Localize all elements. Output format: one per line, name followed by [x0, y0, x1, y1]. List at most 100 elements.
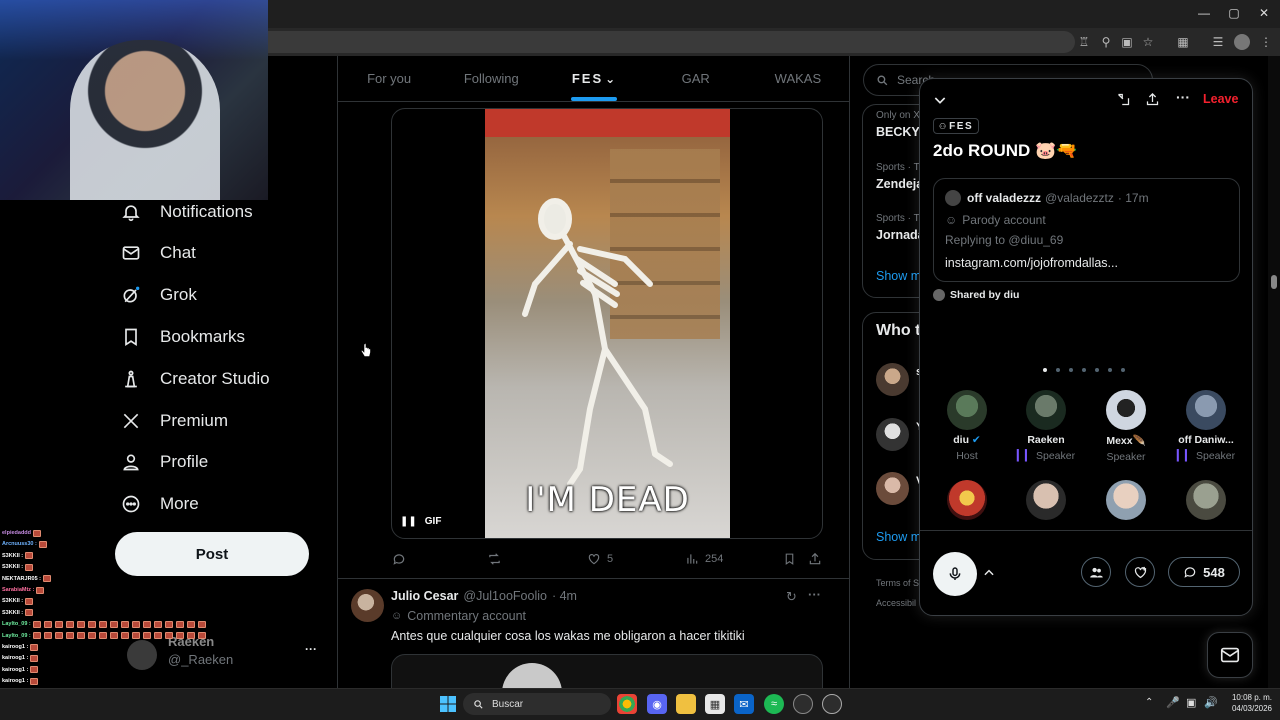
obs-icon[interactable] [822, 694, 842, 714]
listener-avatar[interactable] [1186, 480, 1226, 520]
tweet-header: Julio Cesar @Jul1ooFoolio · 4m [391, 589, 577, 603]
file-explorer-icon[interactable] [676, 694, 696, 714]
nav-creator-studio[interactable]: Creator Studio [120, 361, 270, 397]
show-more-link[interactable]: Show m [876, 269, 921, 283]
address-bar[interactable] [160, 31, 1075, 53]
reactions-button[interactable] [1125, 557, 1155, 587]
nav-notifications[interactable]: Notifications [120, 194, 253, 230]
grok-explain-icon[interactable]: ↻ [786, 589, 797, 605]
listener-avatar[interactable] [947, 480, 987, 520]
chevron-down-icon[interactable] [932, 92, 948, 108]
pause-icon[interactable]: ❚❚ [400, 516, 417, 527]
nav-profile[interactable]: Profile [120, 444, 208, 480]
media-control-icon[interactable]: ☰ [1210, 34, 1226, 50]
nav-more[interactable]: More [120, 486, 199, 522]
account-avatar[interactable] [127, 640, 157, 670]
search-icon [877, 74, 888, 85]
star-icon[interactable]: ☆ [1140, 34, 1156, 50]
leave-button[interactable]: Leave [1203, 92, 1238, 106]
translate-icon[interactable]: ♖ [1076, 34, 1092, 50]
tab-following[interactable]: Following [440, 56, 542, 101]
chat-username: S3KKII : [2, 564, 24, 571]
page-scrollbar[interactable] [1268, 56, 1280, 688]
zoom-icon[interactable]: ⚲ [1098, 34, 1114, 50]
chevron-up-icon[interactable] [982, 566, 996, 585]
reply-button[interactable] [392, 550, 406, 568]
listener-avatar[interactable] [1026, 480, 1066, 520]
minimize-button[interactable]: — [1197, 6, 1211, 20]
volume-icon[interactable]: 🔊 [1204, 696, 1218, 709]
trend-title[interactable]: BECKY [876, 125, 920, 139]
close-window-button[interactable]: ✕ [1257, 6, 1271, 20]
community-tag[interactable]: ⚇ FES [933, 118, 980, 134]
post-button[interactable]: Post [115, 532, 309, 576]
tab-wakas[interactable]: WAKAS [747, 56, 849, 101]
chat-emote-icon [30, 666, 39, 674]
account-menu-icon[interactable]: ··· [305, 642, 317, 656]
tab-fes[interactable]: FES ⌄ [542, 56, 644, 101]
show-hidden-icons[interactable]: ⌃ [1145, 697, 1153, 708]
chat-emote-icon [38, 540, 47, 548]
avatar[interactable] [876, 363, 909, 396]
tweet-more-icon[interactable]: ··· [808, 587, 821, 602]
app-icon[interactable] [793, 694, 813, 714]
extensions-icon[interactable]: ▦ [1175, 34, 1191, 50]
tab-gar[interactable]: GAR [645, 56, 747, 101]
mail-app-icon[interactable]: ✉ [734, 694, 754, 714]
speaker-card[interactable]: Mexx🪶 Speaker [1089, 390, 1163, 463]
participants-button[interactable] [1081, 557, 1111, 587]
chat-message: kairoog1 : [2, 642, 39, 652]
views-button[interactable]: 254 [685, 550, 723, 568]
avatar[interactable] [876, 472, 909, 505]
like-button[interactable]: 5 [587, 550, 613, 568]
tweet-author-handle[interactable]: @Jul1ooFoolio [463, 589, 547, 603]
discord-icon[interactable]: ◉ [647, 694, 667, 714]
footer-link[interactable]: Accessibil [876, 598, 916, 608]
avatar[interactable] [351, 589, 384, 622]
listener-avatar[interactable] [1106, 480, 1146, 520]
search-icon [474, 699, 483, 709]
nav-chat[interactable]: Chat [120, 235, 196, 271]
nav-premium[interactable]: Premium [120, 403, 228, 439]
minimize-space-icon[interactable] [1116, 92, 1131, 112]
speaker-card[interactable]: Raeken ▎▎ Speaker [1009, 390, 1083, 462]
scrollbar-thumb[interactable] [1271, 275, 1277, 289]
microphone-icon[interactable]: 🎤 [1166, 696, 1180, 709]
comments-button[interactable]: 548 [1168, 557, 1240, 587]
share-icon[interactable] [1145, 92, 1160, 112]
speaker-card[interactable]: off Daniw... ▎▎ Speaker [1169, 390, 1243, 462]
tweet-author-name[interactable]: Julio Cesar [391, 589, 458, 603]
profile-avatar-icon[interactable] [1234, 34, 1250, 50]
show-more-link[interactable]: Show m [876, 530, 921, 544]
more-icon[interactable]: ··· [1176, 89, 1190, 105]
trend-meta: Sports · T [876, 213, 920, 224]
pinned-link[interactable]: instagram.com/jojofromdallas... [945, 256, 1118, 270]
avatar[interactable] [876, 418, 909, 451]
taskbar-search[interactable]: Buscar [463, 693, 611, 715]
browser-menu-icon[interactable]: ⋮ [1258, 34, 1274, 50]
spotify-icon[interactable]: ≈ [764, 694, 784, 714]
speaker-card[interactable]: diu ✔ Host [930, 390, 1004, 462]
gif-image[interactable] [485, 109, 730, 538]
windows-start-icon[interactable] [440, 696, 456, 712]
chat-emote-icon [30, 677, 39, 685]
footer-link[interactable]: Terms of S [876, 578, 919, 588]
nav-bookmarks[interactable]: Bookmarks [120, 319, 245, 355]
cast-icon[interactable]: ▣ [1119, 34, 1135, 50]
taskbar-clock[interactable]: 10:08 p. m. 04/03/2026 [1222, 692, 1272, 714]
gif-badge[interactable]: ❚❚ GIF [400, 512, 441, 530]
messages-button[interactable] [1207, 632, 1253, 678]
network-icon[interactable]: ▣ [1186, 696, 1196, 709]
nav-grok[interactable]: Grok [120, 277, 197, 313]
chrome-icon[interactable] [617, 694, 637, 714]
tab-for-you[interactable]: For you [338, 56, 440, 101]
microphone-button[interactable] [933, 552, 977, 596]
store-icon[interactable]: ▦ [705, 694, 725, 714]
trend-title[interactable]: Zendeja [876, 177, 923, 191]
bookmark-button[interactable] [783, 550, 796, 568]
tweet-time[interactable]: · 4m [552, 589, 577, 603]
trend-title[interactable]: Jornada [876, 228, 925, 242]
repost-button[interactable] [487, 550, 502, 568]
maximize-button[interactable]: ▢ [1227, 6, 1241, 20]
share-button[interactable] [808, 550, 822, 568]
